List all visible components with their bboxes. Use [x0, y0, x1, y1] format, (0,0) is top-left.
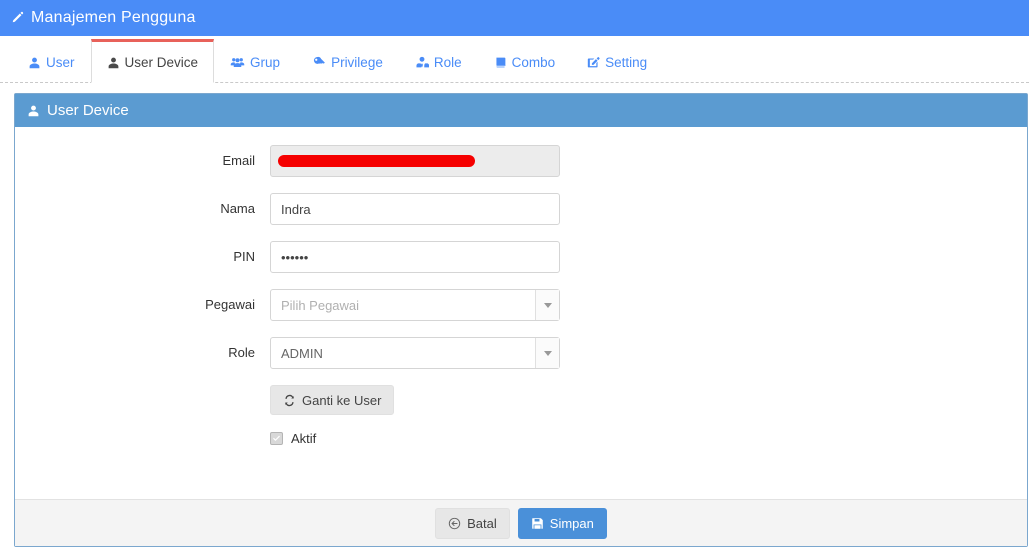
panel-header: User Device	[15, 94, 1027, 127]
role-field-wrap: ADMIN	[270, 337, 560, 369]
role-select[interactable]: ADMIN	[270, 337, 560, 369]
email-label: Email	[222, 153, 255, 168]
email-field-wrap: ••••••@•••••••.•••	[270, 145, 560, 177]
tab-label: Privilege	[331, 55, 383, 70]
user-shield-icon	[415, 56, 429, 69]
batal-button[interactable]: Batal	[435, 507, 510, 539]
tab-privilege[interactable]: Privilege	[296, 41, 399, 83]
pegawai-select[interactable]: Pilih Pegawai	[270, 289, 560, 321]
tab-role[interactable]: Role	[399, 41, 478, 83]
batal-label: Batal	[467, 515, 497, 531]
form-row-pegawai: Pegawai Pilih Pegawai	[15, 289, 1027, 321]
user-icon	[27, 104, 40, 117]
tab-label: Setting	[605, 55, 648, 70]
user-icon	[107, 56, 120, 69]
form-row-email: Email ••••••@•••••••.•••	[15, 145, 1027, 177]
nama-input[interactable]	[270, 193, 560, 225]
panel-footer: Batal Simpan	[15, 499, 1027, 546]
aktif-wrap: Aktif	[270, 431, 560, 446]
book-icon	[494, 56, 507, 69]
form-row-pin: PIN	[15, 241, 1027, 273]
redaction-bar	[278, 155, 475, 167]
pin-input[interactable]	[270, 241, 560, 273]
chevron-down-icon[interactable]	[535, 338, 559, 368]
page-titlebar: Manajemen Pengguna	[0, 0, 1029, 36]
floppy-save-icon	[531, 517, 544, 530]
switch-button-wrap: Ganti ke User	[270, 385, 560, 415]
tab-combo[interactable]: Combo	[478, 41, 572, 83]
aktif-checkbox-row[interactable]: Aktif	[270, 431, 560, 446]
nama-field-wrap	[270, 193, 560, 225]
pegawai-field-wrap: Pilih Pegawai	[270, 289, 560, 321]
tab-label: User Device	[124, 54, 199, 70]
ganti-ke-user-button[interactable]: Ganti ke User	[270, 385, 395, 415]
users-group-icon	[230, 56, 245, 69]
pin-label: PIN	[233, 249, 255, 264]
simpan-label: Simpan	[549, 515, 594, 531]
page-title: Manajemen Pengguna	[31, 9, 196, 26]
pegawai-label: Pegawai	[205, 297, 255, 312]
user-device-panel: User Device Email ••••••@•••••••.••• Nam…	[14, 93, 1028, 547]
pencil-icon	[10, 11, 24, 25]
panel-body: Email ••••••@•••••••.••• Nama PIN	[15, 127, 1027, 499]
tab-label: Grup	[250, 55, 281, 70]
tab-grup[interactable]: Grup	[214, 41, 296, 83]
switch-spacer	[15, 385, 270, 393]
form-row-switch: Ganti ke User	[15, 385, 1027, 415]
aktif-label: Aktif	[291, 431, 317, 446]
nama-label: Nama	[220, 201, 255, 216]
tab-user[interactable]: User	[12, 41, 91, 83]
tab-setting[interactable]: Setting	[571, 41, 663, 83]
tab-label: User	[46, 55, 75, 70]
role-selected-value: ADMIN	[281, 345, 323, 361]
refresh-icon	[283, 394, 296, 407]
aktif-spacer	[15, 431, 270, 439]
chevron-down-icon[interactable]	[535, 290, 559, 320]
form-row-nama: Nama	[15, 193, 1027, 225]
simpan-button[interactable]: Simpan	[517, 507, 607, 539]
form-row-aktif: Aktif	[15, 431, 1027, 446]
back-circle-icon	[448, 517, 461, 530]
tab-label: Combo	[511, 55, 556, 70]
tab-user-device[interactable]: User Device	[90, 39, 215, 83]
panel-header-title: User Device	[47, 102, 129, 119]
panel-container: User Device Email ••••••@•••••••.••• Nam…	[0, 83, 1029, 547]
ganti-ke-user-label: Ganti ke User	[302, 392, 382, 408]
pin-field-wrap	[270, 241, 560, 273]
role-label: Role	[228, 345, 255, 360]
aktif-checkbox[interactable]	[270, 432, 283, 445]
key-icon	[312, 56, 326, 69]
user-icon	[28, 56, 41, 69]
tab-label: Role	[433, 55, 462, 70]
edit-square-icon	[587, 56, 600, 69]
form-row-role: Role ADMIN	[15, 337, 1027, 369]
tab-strip: User User Device Grup Privilege Role Com…	[0, 36, 1029, 83]
pegawai-selected-value: Pilih Pegawai	[281, 297, 360, 313]
